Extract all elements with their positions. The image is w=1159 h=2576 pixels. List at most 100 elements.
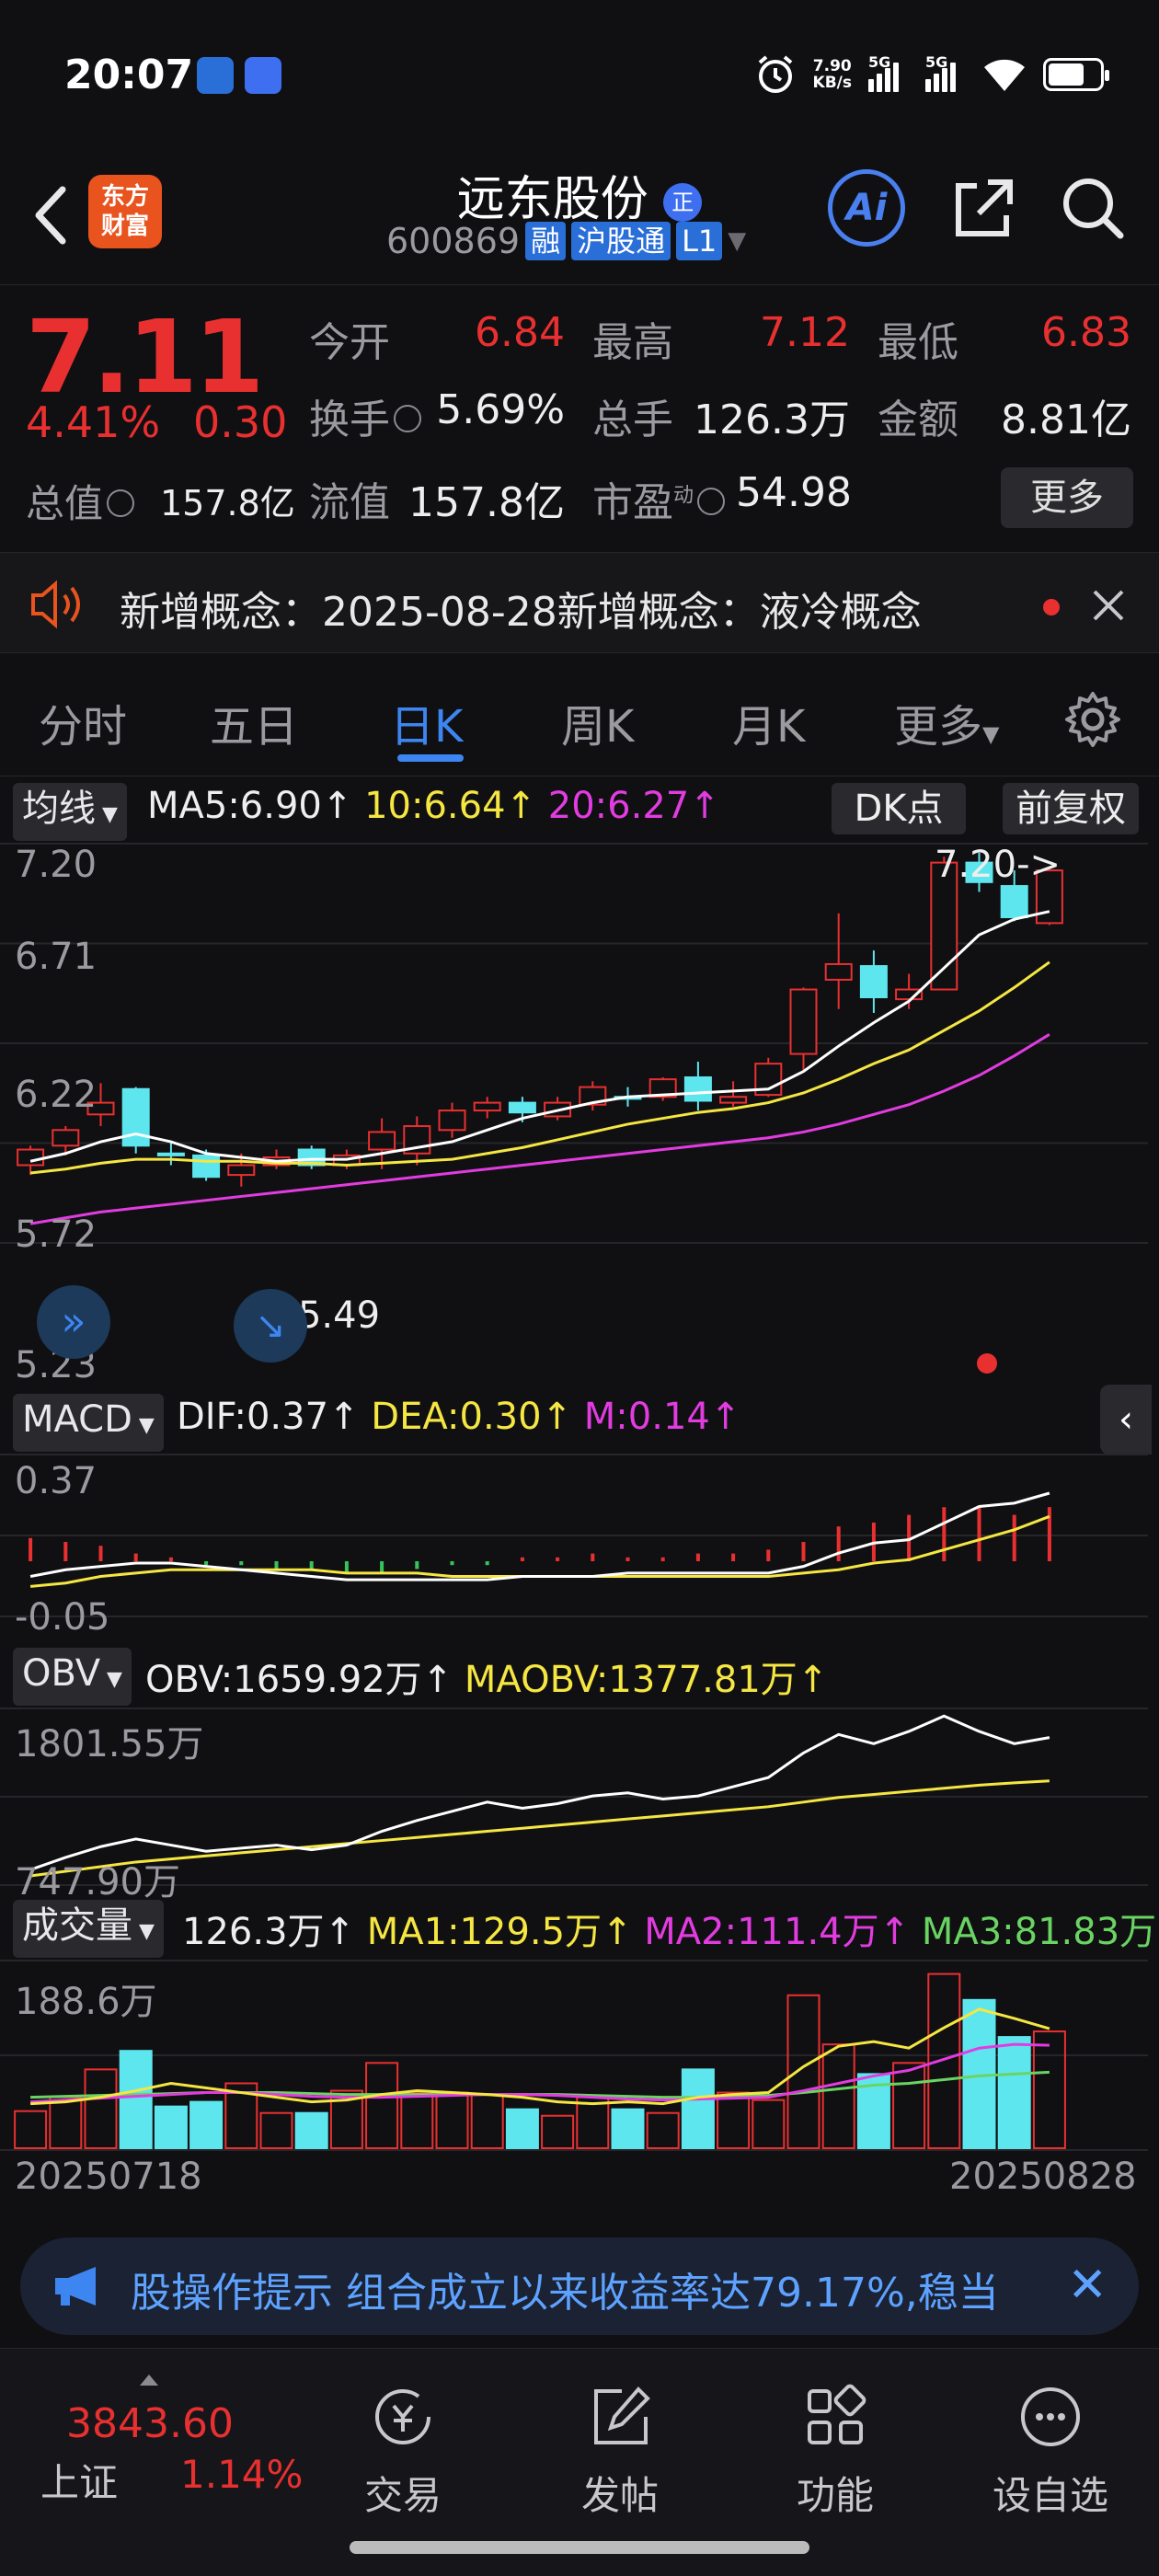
volume-chart[interactable] [0, 1959, 1159, 2152]
caret-down-icon: ▼ [132, 1920, 155, 1943]
caret-down-icon: ▼ [982, 721, 1000, 747]
stock-header: 东方 财富 远东股份 正 600869 融 沪股通 L1 ▼ Ai [0, 147, 1159, 285]
turnover-label[interactable]: 换手 [309, 386, 421, 445]
ai-assistant-button[interactable]: Ai [828, 169, 905, 247]
macd-y-bottom: -0.05 [15, 1596, 110, 1639]
candle-up [52, 1129, 80, 1147]
tab-monthly-k[interactable]: 月K [732, 690, 805, 754]
expand-up-icon[interactable] [140, 2375, 158, 2386]
candle-up [473, 1101, 501, 1112]
level-tag: L1 [676, 222, 723, 260]
amount-label: 金额 [878, 397, 958, 443]
macd-histogram-bar [1047, 1507, 1051, 1561]
stock-code: 600869 [386, 221, 521, 261]
pe-label[interactable]: 市盈动 [592, 469, 726, 528]
candlestick-chart[interactable] [0, 842, 1159, 1245]
quote-panel: 7.11 4.41% 0.30 今开 6.84 最高 7.12 最低 6.83 … [0, 285, 1159, 543]
market-cap-label[interactable]: 总值 [26, 473, 135, 529]
chart-area[interactable]: 均线 ▼ MA5:6.90↑ 10:6.64↑ 20:6.27↑ DK点 前复权… [0, 777, 1159, 2198]
tab-five-day[interactable]: 五日 [210, 690, 298, 754]
close-icon[interactable]: ✕ [1067, 2258, 1107, 2313]
obv-selector[interactable]: OBV ▼ [13, 1648, 132, 1706]
macd-histogram-bar [485, 1561, 489, 1566]
nav-trade[interactable]: 交易 [329, 2382, 476, 2521]
trade-icon [375, 2389, 430, 2444]
candle-down [859, 965, 888, 999]
index-value[interactable]: 3843.60 [66, 2400, 234, 2447]
macd-histogram-bar [415, 1561, 419, 1570]
volume-ma1-line [30, 2007, 1050, 2106]
stock-meta[interactable]: 600869 融 沪股通 L1 ▼ [386, 221, 746, 261]
volume-bar-down [189, 2100, 224, 2149]
volume-selector[interactable]: 成交量 ▼ [13, 1900, 164, 1958]
share-icon[interactable] [947, 171, 1021, 245]
period-tabs: 分时 五日 日K 周K 月K 更多▼ [0, 662, 1159, 776]
macd-histogram-bar [168, 1557, 173, 1561]
tab-more[interactable]: 更多▼ [894, 690, 999, 754]
chevron-down-icon: ▼ [728, 227, 747, 255]
candle-up [789, 988, 818, 1055]
volume-bar-up [752, 2099, 786, 2149]
candle-up [438, 1110, 466, 1132]
caret-down-icon: ▼ [96, 803, 118, 826]
obv-y-bottom: 747.90万 [15, 1861, 180, 1903]
ma5-line [29, 910, 1050, 1163]
volume-bar-up [259, 2111, 293, 2150]
change-amount: 0.30 [193, 397, 288, 447]
volume-bar-up [821, 2043, 855, 2149]
amount-value: 8.81亿 [1001, 397, 1131, 443]
volume-bar-up [717, 2091, 751, 2149]
notice-text: 新增概念：2025-08-28新增概念：液冷概念 [120, 589, 922, 636]
open-label: 今开 [309, 319, 390, 366]
promo-ticker[interactable]: 股操作提示 组合成立以来收益率达79.17%,稳当 ✕ [20, 2237, 1139, 2335]
float-cap-value: 157.8亿 [408, 479, 565, 526]
macd-y-top: 0.37 [15, 1460, 98, 1502]
open-value: 6.84 [475, 309, 565, 356]
macd-chart[interactable] [0, 1453, 1159, 1618]
volume-bar-up [365, 2062, 399, 2149]
volume-value: 126.3万 [694, 397, 850, 443]
gear-icon[interactable] [1063, 690, 1122, 749]
macd-selector[interactable]: MACD ▼ [13, 1394, 164, 1452]
volume-bar-up [1032, 2030, 1066, 2149]
low-point-icon[interactable]: ↘ [234, 1289, 307, 1363]
adjust-price-button[interactable]: 前复权 [1003, 783, 1139, 834]
expand-left-icon[interactable]: » [37, 1285, 110, 1359]
caret-down-icon: ▼ [132, 1414, 155, 1437]
tab-weekly-k[interactable]: 周K [561, 690, 634, 754]
close-icon[interactable] [1091, 588, 1126, 623]
high-value: 7.12 [760, 309, 850, 356]
concept-notice-bar[interactable]: 新增概念：2025-08-28新增概念：液冷概念 [0, 552, 1159, 653]
signal-icon-sim1: 5G [868, 53, 909, 92]
megaphone-icon [55, 2267, 96, 2306]
event-marker-dot[interactable] [977, 1353, 997, 1374]
volume-bar-up [646, 2111, 680, 2150]
hk-connect-tag: 沪股通 [571, 222, 671, 260]
float-cap-label: 流值 [309, 479, 390, 526]
search-icon[interactable] [1056, 171, 1130, 245]
home-indicator[interactable] [350, 2541, 809, 2554]
index-name: 上证 [40, 2460, 119, 2505]
tab-daily-k[interactable]: 日K [390, 690, 463, 754]
nav-add-watchlist[interactable]: 设自选 [977, 2382, 1124, 2521]
volume-bar-up [892, 2062, 926, 2149]
battery-icon [1043, 58, 1109, 91]
volume-bar-up [927, 1972, 961, 2150]
nav-functions[interactable]: 功能 [762, 2382, 909, 2521]
more-quote-button[interactable]: 更多 [1001, 467, 1133, 528]
candle-down [683, 1076, 712, 1102]
macd-histogram-bar [977, 1507, 981, 1561]
dk-point-button[interactable]: DK点 [832, 783, 966, 834]
ma-selector[interactable]: 均线 ▼ [13, 783, 127, 841]
tab-intraday[interactable]: 分时 [39, 690, 127, 754]
volume-bar-up [49, 2096, 83, 2150]
collapse-panel-button[interactable]: ‹ [1100, 1385, 1152, 1455]
macd-histogram-bar [591, 1553, 595, 1561]
stock-badge: 正 [663, 183, 703, 222]
alarm-icon [758, 55, 792, 93]
status-indicators: 7.90 KB/s 5G 5G [754, 53, 1109, 96]
status-bar: 20:07 7.90 KB/s 5G 5G [0, 0, 1159, 147]
macd-histogram-bar [29, 1537, 33, 1561]
macd-histogram-bar [344, 1561, 349, 1573]
nav-post[interactable]: 发帖 [546, 2382, 694, 2521]
